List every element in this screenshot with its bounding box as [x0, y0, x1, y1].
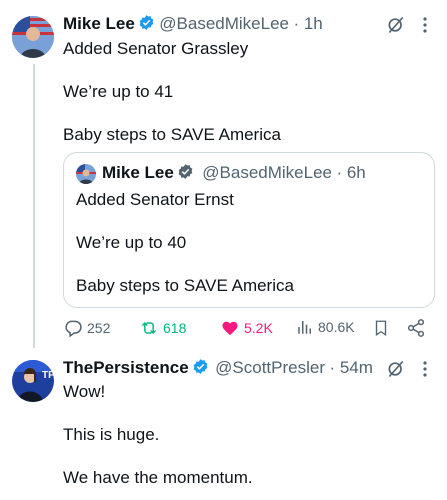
repost-button[interactable]: 618	[139, 318, 186, 338]
avatar-image	[12, 16, 54, 58]
grok-icon[interactable]	[385, 358, 407, 380]
avatar-image: TP	[12, 360, 54, 402]
tweet-line: Added Senator Grassley	[63, 39, 249, 58]
views-button[interactable]: 80.6K	[296, 318, 355, 336]
tweet-line: We have the momentum.	[63, 468, 253, 487]
repost-count: 618	[163, 320, 187, 336]
post-time[interactable]: · 54m	[329, 358, 372, 377]
like-count: 5.2K	[244, 320, 273, 336]
grok-icon[interactable]	[385, 14, 407, 36]
repost-icon	[139, 318, 159, 338]
author-handle[interactable]: @BasedMikeLee	[159, 14, 289, 33]
tweet-line: This is huge.	[63, 425, 160, 444]
post-time[interactable]: · 1h	[293, 14, 322, 33]
thread-connector	[33, 64, 35, 348]
quote-line: We’re up to 40	[76, 233, 187, 252]
author-name[interactable]: Mike Lee	[63, 14, 135, 33]
avatar-mike-lee[interactable]	[12, 16, 54, 58]
tweet-line: We’re up to 41	[63, 82, 174, 101]
quote-line: Added Senator Ernst	[76, 190, 234, 209]
bookmark-button[interactable]	[372, 318, 390, 338]
quote-body: Added Senator Ernst We’re up to 40 Baby …	[76, 189, 426, 296]
reply-count: 252	[87, 320, 111, 336]
bookmark-icon	[372, 318, 390, 338]
heart-icon	[220, 318, 240, 338]
verified-badge-icon	[177, 163, 194, 180]
share-icon	[406, 318, 426, 338]
views-icon	[296, 318, 314, 336]
quote-author-handle: @BasedMikeLee	[202, 163, 332, 182]
quote-author-name: Mike Lee	[102, 163, 174, 182]
reply-icon	[63, 318, 83, 338]
reply-button[interactable]: 252	[63, 318, 110, 338]
tweet-line: Wow!	[63, 382, 106, 401]
verified-badge-icon	[192, 358, 209, 375]
quote-avatar	[76, 164, 96, 184]
author-handle[interactable]: @ScottPresler	[215, 358, 325, 377]
quote-line: Baby steps to SAVE America	[76, 276, 294, 295]
share-button[interactable]	[406, 318, 426, 338]
views-count: 80.6K	[318, 319, 355, 335]
svg-text:TP: TP	[42, 370, 54, 381]
more-options-icon[interactable]	[418, 358, 432, 380]
author-name[interactable]: ThePersistence	[63, 358, 189, 377]
more-options-icon[interactable]	[418, 14, 432, 36]
like-button[interactable]: 5.2K	[220, 318, 273, 338]
tweet-body: Added Senator Grassley We’re up to 41 Ba…	[63, 38, 433, 145]
quoted-tweet[interactable]: Mike Lee @BasedMikeLee · 6h Added Senato…	[63, 152, 435, 308]
quote-time: · 6h	[336, 163, 366, 182]
action-bar: 252 618 5.2K 80.6K	[63, 318, 435, 342]
avatar-thepersistence[interactable]: TP	[12, 360, 54, 402]
tweet-body: Wow! This is huge. We have the momentum.	[63, 381, 433, 488]
tweet-line: Baby steps to SAVE America	[63, 125, 281, 144]
verified-badge-icon	[138, 14, 155, 31]
